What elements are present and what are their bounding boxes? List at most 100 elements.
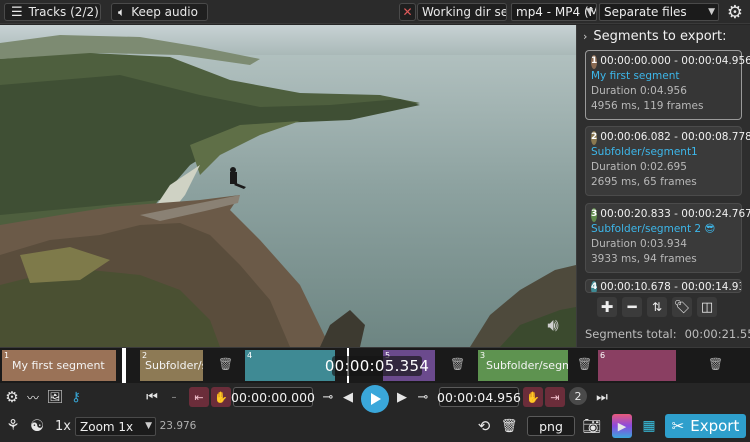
add-segment-icon[interactable]: ✚: [597, 297, 617, 317]
jump-to-start-icon[interactable]: ⏮: [144, 389, 160, 405]
timeline-segment-label: My first segment: [12, 359, 105, 372]
timeline-segment-4[interactable]: 4: [245, 350, 335, 381]
timeline-segment-6[interactable]: 6: [598, 350, 676, 381]
segment-card-1[interactable]: 1 00:00:00.000 - 00:00:04.956 My first se…: [585, 50, 750, 120]
tracks-label: Tracks (2/2): [28, 5, 99, 19]
split-columns-icon[interactable]: ◫: [697, 297, 717, 317]
current-timecode: 00:00:05.354: [324, 356, 430, 376]
segment-card-4[interactable]: 4 00:00:10.678 - 00:00:14.933: [585, 279, 742, 293]
rotate-icon[interactable]: ⟲: [474, 416, 494, 436]
chevron-down-icon: ▼: [708, 7, 715, 17]
segment-info: 3933 ms, 94 frames: [591, 253, 697, 265]
camera-icon[interactable]: 📷︎: [582, 416, 602, 436]
cut-end-time-input[interactable]: 00:00:04.956: [437, 387, 521, 407]
segment-range: 00:00:10.678 - 00:00:14.933: [600, 281, 742, 293]
segments-panel: › Segments to export: 1 00:00:00.000 - 00…: [576, 25, 750, 347]
timeline-segment-1[interactable]: 1 My first segment: [2, 350, 116, 381]
chevron-down-icon: ▼: [586, 7, 593, 17]
segment-duration: Duration 0:02.695: [591, 161, 687, 173]
timeline-segment-number: 6: [600, 351, 606, 360]
end-key-icon[interactable]: ⊸: [412, 389, 434, 405]
set-cut-start-button[interactable]: ✋: [211, 387, 231, 407]
jump-to-end-icon[interactable]: ⏭: [594, 389, 610, 405]
chevron-down-icon: ▼: [145, 421, 152, 431]
segment-name: Subfolder/segment1: [591, 146, 698, 158]
format-select[interactable]: mp4 - MP4 (M ▼: [511, 3, 597, 21]
trash-icon[interactable]: 🗑︎: [577, 357, 592, 371]
timeline-segment-number: 3: [480, 351, 486, 360]
tag-icon[interactable]: 🏷︎: [672, 297, 692, 317]
dash-separator: –: [171, 391, 177, 403]
segment-card-3[interactable]: 3 00:00:20.833 - 00:00:24.767 Subfolder/s…: [585, 203, 750, 273]
working-dir-button[interactable]: Working dir set: [417, 3, 507, 21]
segments-total-value: 00:00:21.556: [684, 327, 750, 341]
export-label: Export: [690, 417, 740, 435]
segment-end-marker[interactable]: [122, 348, 126, 384]
trash-icon[interactable]: 🗑︎: [218, 357, 233, 371]
segment-range: 00:00:06.082 - 00:00:08.778: [600, 131, 750, 143]
speaker-icon: 🔈︎: [118, 4, 126, 19]
trash-icon[interactable]: 🗑︎: [500, 416, 518, 436]
segment-name: My first segment: [591, 70, 680, 82]
timeline[interactable]: 1 My first segment 2 Subfolder/se 🗑︎ 4 5…: [0, 347, 750, 384]
play-button[interactable]: [361, 385, 389, 413]
fps-value: 23.976: [159, 420, 197, 432]
segment-duration: Duration 0:04.956: [591, 85, 687, 97]
images-icon[interactable]: 🖼︎: [46, 389, 64, 405]
remove-segment-icon[interactable]: ━: [622, 297, 642, 317]
segment-card-2[interactable]: 2 00:00:06.082 - 00:00:08.778 Subfolder/s…: [585, 126, 750, 196]
timeline-segment-label: Subfolder/segmer: [486, 359, 568, 372]
step-forward-icon[interactable]: ▶: [396, 389, 408, 405]
scissors-icon: ✂: [671, 417, 685, 435]
segment-info: 2695 ms, 65 frames: [591, 176, 697, 188]
trash-icon[interactable]: 🗑︎: [450, 357, 465, 371]
segment-index-prev[interactable]: 2: [569, 387, 587, 405]
segments-panel-header: › Segments to export:: [577, 25, 750, 47]
output-mode-select[interactable]: Separate files ▼: [599, 3, 719, 21]
clear-working-dir-button[interactable]: ✕: [399, 3, 416, 21]
tracks-button[interactable]: ☰ Tracks (2/2): [4, 3, 101, 21]
snapshot-format-select[interactable]: png: [527, 416, 575, 436]
seek-segment-start-button[interactable]: ⇤: [189, 387, 209, 407]
segment-number-badge: 3: [591, 207, 598, 222]
cut-start-time-input[interactable]: 00:00:00.000: [231, 387, 315, 407]
step-back-icon[interactable]: ◀: [342, 389, 354, 405]
timeline-segment-3[interactable]: 3 Subfolder/segmer: [478, 350, 568, 381]
gear-icon[interactable]: ⚙: [4, 388, 20, 406]
calendar-icon[interactable]: ▦: [639, 416, 659, 436]
sort-segments-icon[interactable]: ⇅: [647, 297, 667, 317]
chevron-right-icon[interactable]: ›: [583, 30, 587, 43]
settings-gear-icon[interactable]: ⚙: [725, 2, 745, 23]
segments-panel-title: Segments to export:: [593, 28, 727, 44]
seek-segment-end-button[interactable]: ⇥: [545, 387, 565, 407]
close-icon: ✕: [402, 5, 413, 19]
start-key-icon[interactable]: ⊸: [318, 389, 338, 405]
segments-total-label: Segments total:: [585, 327, 677, 341]
segment-duration: Duration 0:03.934: [591, 238, 687, 250]
trash-icon[interactable]: 🗑︎: [708, 357, 723, 371]
merge-icon[interactable]: ▶: [612, 414, 632, 438]
export-button[interactable]: ✂ Export: [665, 414, 746, 438]
yin-yang-icon[interactable]: ☯: [28, 416, 46, 435]
segment-number-badge: 2: [591, 130, 598, 145]
segments-total: Segments total: 00:00:21.556: [585, 327, 750, 341]
timeline-segment-number: 4: [247, 351, 253, 360]
bin-mode-icon[interactable]: ⚘: [4, 416, 22, 434]
timeline-segment-label: Subfolder/se: [145, 359, 203, 372]
volume-icon[interactable]: 🔊︎: [540, 315, 566, 336]
segment-range: 00:00:00.000 - 00:00:04.956: [600, 55, 750, 67]
segment-tools: ✚ ━ ⇅ 🏷︎ ◫: [597, 297, 717, 317]
set-cut-end-button[interactable]: ✋: [523, 387, 543, 407]
segment-number-badge: 1: [591, 54, 598, 69]
hamburger-icon: ☰: [11, 4, 23, 20]
zoom-select[interactable]: Zoom 1x ▼: [75, 417, 156, 436]
video-player[interactable]: 🔊︎: [0, 25, 576, 347]
waveform-icon[interactable]: 〰: [22, 389, 44, 405]
format-value: mp4 - MP4 (M: [516, 5, 597, 19]
key-icon[interactable]: ⚷: [68, 389, 84, 405]
video-frame-image: [0, 25, 576, 347]
mode-value: Separate files: [604, 5, 687, 19]
keep-audio-button[interactable]: 🔈︎ Keep audio: [111, 3, 208, 21]
timeline-segment-2[interactable]: 2 Subfolder/se: [140, 350, 203, 381]
timeline-segment-number: 1: [4, 351, 10, 360]
